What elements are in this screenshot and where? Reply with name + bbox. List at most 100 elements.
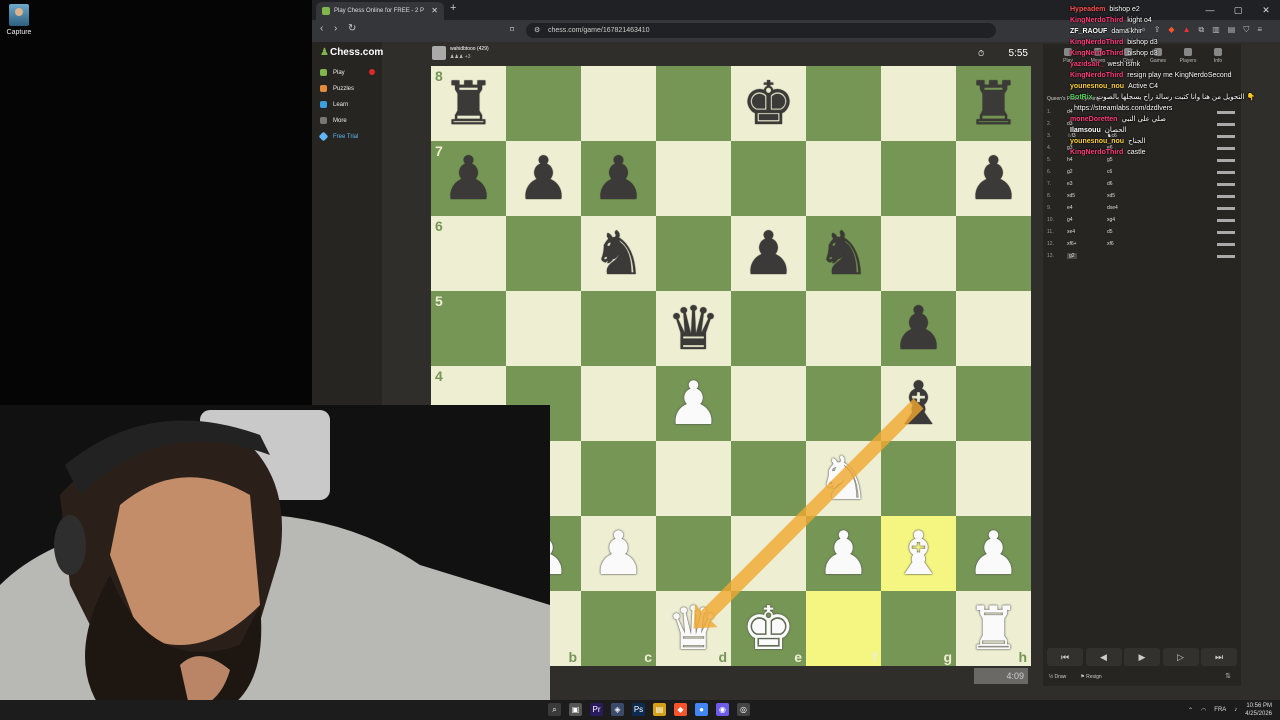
white-move[interactable]: e4 — [1067, 205, 1107, 211]
draw-button[interactable]: ½ Draw — [1049, 674, 1066, 680]
nav-puzzles[interactable]: Puzzles — [320, 85, 354, 92]
square-d4[interactable]: ♟ — [656, 366, 731, 441]
white-move[interactable]: xf6+ — [1067, 241, 1107, 247]
white-move[interactable]: xd5 — [1067, 193, 1107, 199]
square-c7[interactable]: ♟ — [581, 141, 656, 216]
square-g4[interactable]: ♝ — [881, 366, 956, 441]
last-move-button[interactable]: ⏭ — [1201, 648, 1237, 666]
square-c6[interactable]: ♞ — [581, 216, 656, 291]
black-move[interactable]: dxe4 — [1107, 205, 1217, 211]
square-f8[interactable] — [806, 66, 881, 141]
black-move[interactable]: xd5 — [1107, 193, 1217, 199]
square-c8[interactable] — [581, 66, 656, 141]
square-f4[interactable] — [806, 366, 881, 441]
capture-desktop-shortcut[interactable]: Capture — [6, 4, 32, 36]
square-g5[interactable]: ♟ — [881, 291, 956, 366]
square-f2[interactable]: ♟ — [806, 516, 881, 591]
back-icon[interactable]: ‹ — [320, 23, 323, 34]
square-a5[interactable]: 5 — [431, 291, 506, 366]
new-tab-button[interactable]: + — [450, 2, 456, 14]
white-move[interactable]: g2 — [1067, 169, 1107, 175]
white-rook-icon[interactable]: ♜ — [967, 599, 1021, 659]
bookmark-icon[interactable]: ⌑ — [510, 25, 514, 34]
square-d1[interactable]: d ♛ — [656, 591, 731, 666]
chesscom-logo[interactable]: ♟Chess.com — [320, 47, 383, 58]
forward-icon[interactable]: › — [334, 23, 337, 34]
square-f7[interactable] — [806, 141, 881, 216]
square-e6[interactable]: ♟ — [731, 216, 806, 291]
square-e5[interactable] — [731, 291, 806, 366]
taskbar-app-icon[interactable]: Pr — [590, 703, 603, 716]
prev-move-button[interactable]: ◀ — [1085, 648, 1122, 666]
square-d6[interactable] — [656, 216, 731, 291]
taskbar-app-icon[interactable]: ◎ — [737, 703, 750, 716]
white-pawn-icon[interactable]: ♟ — [667, 374, 721, 434]
square-h5[interactable] — [956, 291, 1031, 366]
square-d7[interactable] — [656, 141, 731, 216]
black-move[interactable]: xg4 — [1107, 217, 1217, 223]
square-h3[interactable] — [956, 441, 1031, 516]
square-e4[interactable] — [731, 366, 806, 441]
reload-icon[interactable]: ↻ — [348, 23, 356, 34]
browser-tab-chess[interactable]: Play Chess Online for FREE - 2 P ✕ — [316, 2, 444, 20]
black-pawn-icon[interactable]: ♟ — [442, 149, 496, 209]
square-c3[interactable] — [581, 441, 656, 516]
square-g3[interactable] — [881, 441, 956, 516]
volume-icon[interactable]: ♪ — [1234, 707, 1237, 713]
square-f5[interactable] — [806, 291, 881, 366]
taskbar-app-icon[interactable]: ● — [695, 703, 708, 716]
taskbar-app-icon[interactable]: ▤ — [653, 703, 666, 716]
black-knight-icon[interactable]: ♞ — [817, 224, 871, 284]
square-a6[interactable]: 6 — [431, 216, 506, 291]
white-pawn-icon[interactable]: ♟ — [592, 524, 646, 584]
white-bishop-icon[interactable]: ♝ — [892, 524, 946, 584]
square-g2[interactable]: ♝ — [881, 516, 956, 591]
square-g7[interactable] — [881, 141, 956, 216]
square-e8[interactable]: ♚ — [731, 66, 806, 141]
square-a8[interactable]: 8 ♜ — [431, 66, 506, 141]
taskbar-app-icon[interactable]: ◆ — [674, 703, 687, 716]
taskbar-app-icon[interactable]: Ps — [632, 703, 645, 716]
square-b8[interactable] — [506, 66, 581, 141]
language-indicator[interactable]: FRA — [1214, 707, 1226, 713]
square-h4[interactable] — [956, 366, 1031, 441]
square-b6[interactable] — [506, 216, 581, 291]
black-knight-icon[interactable]: ♞ — [592, 224, 646, 284]
square-g6[interactable] — [881, 216, 956, 291]
black-move[interactable]: d6 — [1107, 181, 1217, 187]
black-move[interactable]: c6 — [1107, 169, 1217, 175]
black-pawn-icon[interactable]: ♟ — [517, 149, 571, 209]
wifi-icon[interactable]: ◠ — [1201, 707, 1206, 714]
opponent-avatar[interactable] — [432, 46, 446, 60]
site-info-icon[interactable]: ⚙ — [534, 23, 540, 38]
square-h7[interactable]: ♟ — [956, 141, 1031, 216]
white-move[interactable]: g4 — [1067, 217, 1107, 223]
white-king-icon[interactable]: ♚ — [742, 599, 796, 659]
black-pawn-icon[interactable]: ♟ — [892, 299, 946, 359]
square-d8[interactable] — [656, 66, 731, 141]
square-f1[interactable]: f — [806, 591, 881, 666]
square-d5[interactable]: ♛ — [656, 291, 731, 366]
taskbar-app-icon[interactable]: ▣ — [569, 703, 582, 716]
taskbar-app-icon[interactable]: ◉ — [716, 703, 729, 716]
square-h1[interactable]: h ♜ — [956, 591, 1031, 666]
nav-more[interactable]: More — [320, 117, 347, 124]
black-queen-icon[interactable]: ♛ — [667, 299, 721, 359]
black-king-icon[interactable]: ♚ — [742, 74, 796, 134]
taskbar-app-icon[interactable]: ◈ — [611, 703, 624, 716]
nav-free-trial[interactable]: Free Trial — [318, 131, 358, 142]
first-move-button[interactable]: ⏮ — [1047, 648, 1083, 666]
square-a7[interactable]: 7 ♟ — [431, 141, 506, 216]
square-e3[interactable] — [731, 441, 806, 516]
square-c2[interactable]: ♟ — [581, 516, 656, 591]
white-queen-icon[interactable]: ♛ — [667, 599, 721, 659]
square-e1[interactable]: e ♚ — [731, 591, 806, 666]
square-c4[interactable] — [581, 366, 656, 441]
nav-play[interactable]: Play — [320, 69, 345, 76]
square-d3[interactable] — [656, 441, 731, 516]
square-f6[interactable]: ♞ — [806, 216, 881, 291]
white-pawn-icon[interactable]: ♟ — [817, 524, 871, 584]
next-move-button[interactable]: ▷ — [1162, 648, 1199, 666]
nav-learn[interactable]: Learn — [320, 101, 348, 108]
play-moves-button[interactable]: ▶ — [1124, 648, 1160, 666]
